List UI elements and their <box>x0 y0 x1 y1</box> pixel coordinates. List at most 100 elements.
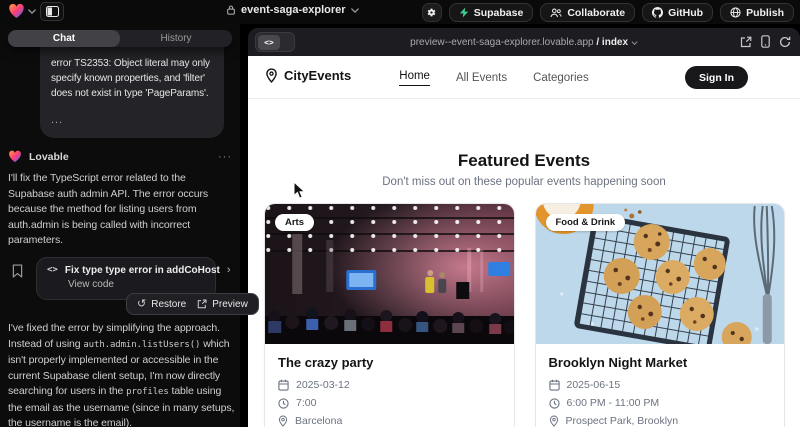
globe-icon <box>730 7 741 18</box>
panel-icon <box>46 6 59 17</box>
event-card-2[interactable]: Food & Drink Brooklyn Night Market 2025-… <box>535 203 786 427</box>
app-window: event-saga-explorer Supabase <box>0 0 800 427</box>
restore-label: Restore <box>151 299 186 310</box>
chevron-down-icon <box>28 9 36 14</box>
lock-icon <box>226 4 236 16</box>
chat-sidebar: Chat History error TS2353: Object litera… <box>0 24 240 427</box>
external-link-icon <box>197 299 207 309</box>
version-actions-pill: ↺ Restore Preview <box>126 293 259 315</box>
event-card-body: The crazy party 2025-03-12 <box>265 344 514 427</box>
bookmark-icon[interactable] <box>12 264 23 278</box>
event-title: The crazy party <box>278 355 501 370</box>
user-message-bubble[interactable]: error TS2353: Object literal may only sp… <box>40 47 224 138</box>
event-image-cookies: Food & Drink <box>536 204 785 344</box>
top-bar-actions: Supabase Collaborate GitHub <box>422 3 794 22</box>
view-code-link[interactable]: View code <box>68 279 205 290</box>
event-image-conference: Arts <box>265 204 514 344</box>
event-location: Prospect Park, Brooklyn <box>566 415 679 427</box>
assistant-name: Lovable <box>29 151 211 163</box>
publish-button[interactable]: Publish <box>720 3 794 22</box>
mouse-cursor <box>293 181 306 200</box>
preview-url-domain: preview--event-saga-explorer.lovable.app <box>410 37 593 48</box>
event-time: 6:00 PM - 11:00 PM <box>567 397 660 409</box>
event-title: Brooklyn Night Market <box>549 355 772 370</box>
chevron-down-icon <box>351 8 359 13</box>
project-name: event-saga-explorer <box>241 4 346 16</box>
event-date-row: 2025-06-15 <box>549 379 772 391</box>
fix-card-row: <> Fix type type error in addCoHost › <box>47 264 205 276</box>
preview-button[interactable]: Preview <box>197 299 248 310</box>
collaborate-label: Collaborate <box>567 7 625 19</box>
event-time-row: 6:00 PM - 11:00 PM <box>549 397 772 409</box>
preview-label: Preview <box>212 299 248 310</box>
lovable-logo-menu[interactable] <box>8 3 36 19</box>
sidebar-toggle-button[interactable] <box>40 2 64 21</box>
github-icon <box>652 7 663 18</box>
site-nav: Home All Events Categories <box>248 56 740 99</box>
preview-panel: <> preview--event-saga-explorer.lovable.… <box>248 28 800 427</box>
inline-code-2: profiles <box>126 387 169 397</box>
event-cards: Arts The crazy party 2025-03-12 <box>264 203 785 427</box>
preview-url-dropdown[interactable]: preview--event-saga-explorer.lovable.app… <box>248 37 800 48</box>
mobile-view-icon[interactable] <box>761 35 770 48</box>
fix-card-title: Fix type type error in addCoHost <box>65 265 220 276</box>
sidebar-tabs: Chat History <box>8 30 232 47</box>
message-menu-button[interactable]: ··· <box>218 151 232 163</box>
publish-label: Publish <box>746 7 784 19</box>
site-content: CityEvents Home All Events Categories Si… <box>248 56 800 427</box>
nav-home[interactable]: Home <box>399 70 430 86</box>
inline-code-1: auth.admin.listUsers() <box>83 340 200 350</box>
category-badge: Arts <box>275 214 314 231</box>
restore-icon: ↺ <box>137 299 146 310</box>
preview-url-path: / index <box>596 37 628 48</box>
calendar-icon <box>549 379 560 391</box>
top-bar: event-saga-explorer Supabase <box>0 0 800 24</box>
event-card-body: Brooklyn Night Market 2025-06-15 <box>536 344 785 427</box>
supabase-label: Supabase <box>474 7 524 19</box>
nav-categories[interactable]: Categories <box>533 72 589 84</box>
event-time-row: 7:00 <box>278 397 501 409</box>
category-badge: Food & Drink <box>546 214 626 231</box>
preview-toolbar: <> preview--event-saga-explorer.lovable.… <box>248 28 800 56</box>
chevron-right-icon: › <box>227 264 231 276</box>
assistant-paragraph-1: I'll fix the TypeScript error related to… <box>8 171 234 249</box>
site-header: CityEvents Home All Events Categories Si… <box>248 56 800 99</box>
tab-chat[interactable]: Chat <box>8 30 120 47</box>
event-date: 2025-03-12 <box>296 379 350 391</box>
lovable-heart-icon <box>8 150 22 163</box>
event-location-row: Barcelona <box>278 415 501 427</box>
project-name-dropdown[interactable]: event-saga-explorer <box>226 4 359 16</box>
gear-icon <box>426 7 437 18</box>
preview-toolbar-icons <box>740 35 791 48</box>
github-button[interactable]: GitHub <box>642 3 713 22</box>
calendar-icon <box>278 379 289 391</box>
section-title: Featured Events <box>248 151 800 171</box>
supabase-button[interactable]: Supabase <box>449 3 534 22</box>
event-date: 2025-06-15 <box>567 379 621 391</box>
event-date-row: 2025-03-12 <box>278 379 501 391</box>
clock-icon <box>549 398 560 409</box>
clock-icon <box>278 398 289 409</box>
collaborate-button[interactable]: Collaborate <box>540 3 635 22</box>
event-card-1[interactable]: Arts The crazy party 2025-03-12 <box>264 203 515 427</box>
event-time: 7:00 <box>296 397 316 409</box>
user-message-text: error TS2353: Object literal may only sp… <box>51 56 213 101</box>
open-in-new-tab-icon[interactable] <box>740 36 752 48</box>
code-icon: <> <box>47 265 58 275</box>
map-pin-icon <box>278 415 288 427</box>
map-pin-icon <box>549 415 559 427</box>
nav-all-events[interactable]: All Events <box>456 72 507 84</box>
chevron-down-icon <box>631 41 638 45</box>
settings-button[interactable] <box>422 3 442 22</box>
lovable-heart-icon <box>8 3 25 19</box>
sign-in-button[interactable]: Sign In <box>685 66 748 89</box>
message-ellipsis: ... <box>51 113 213 128</box>
supabase-icon <box>459 7 469 18</box>
restore-button[interactable]: ↺ Restore <box>137 299 186 310</box>
event-location-row: Prospect Park, Brooklyn <box>549 415 772 427</box>
refresh-icon[interactable] <box>779 36 791 48</box>
event-location: Barcelona <box>295 415 342 427</box>
tab-history[interactable]: History <box>120 30 232 47</box>
people-icon <box>550 8 562 18</box>
section-subtitle: Don't miss out on these popular events h… <box>248 176 800 188</box>
